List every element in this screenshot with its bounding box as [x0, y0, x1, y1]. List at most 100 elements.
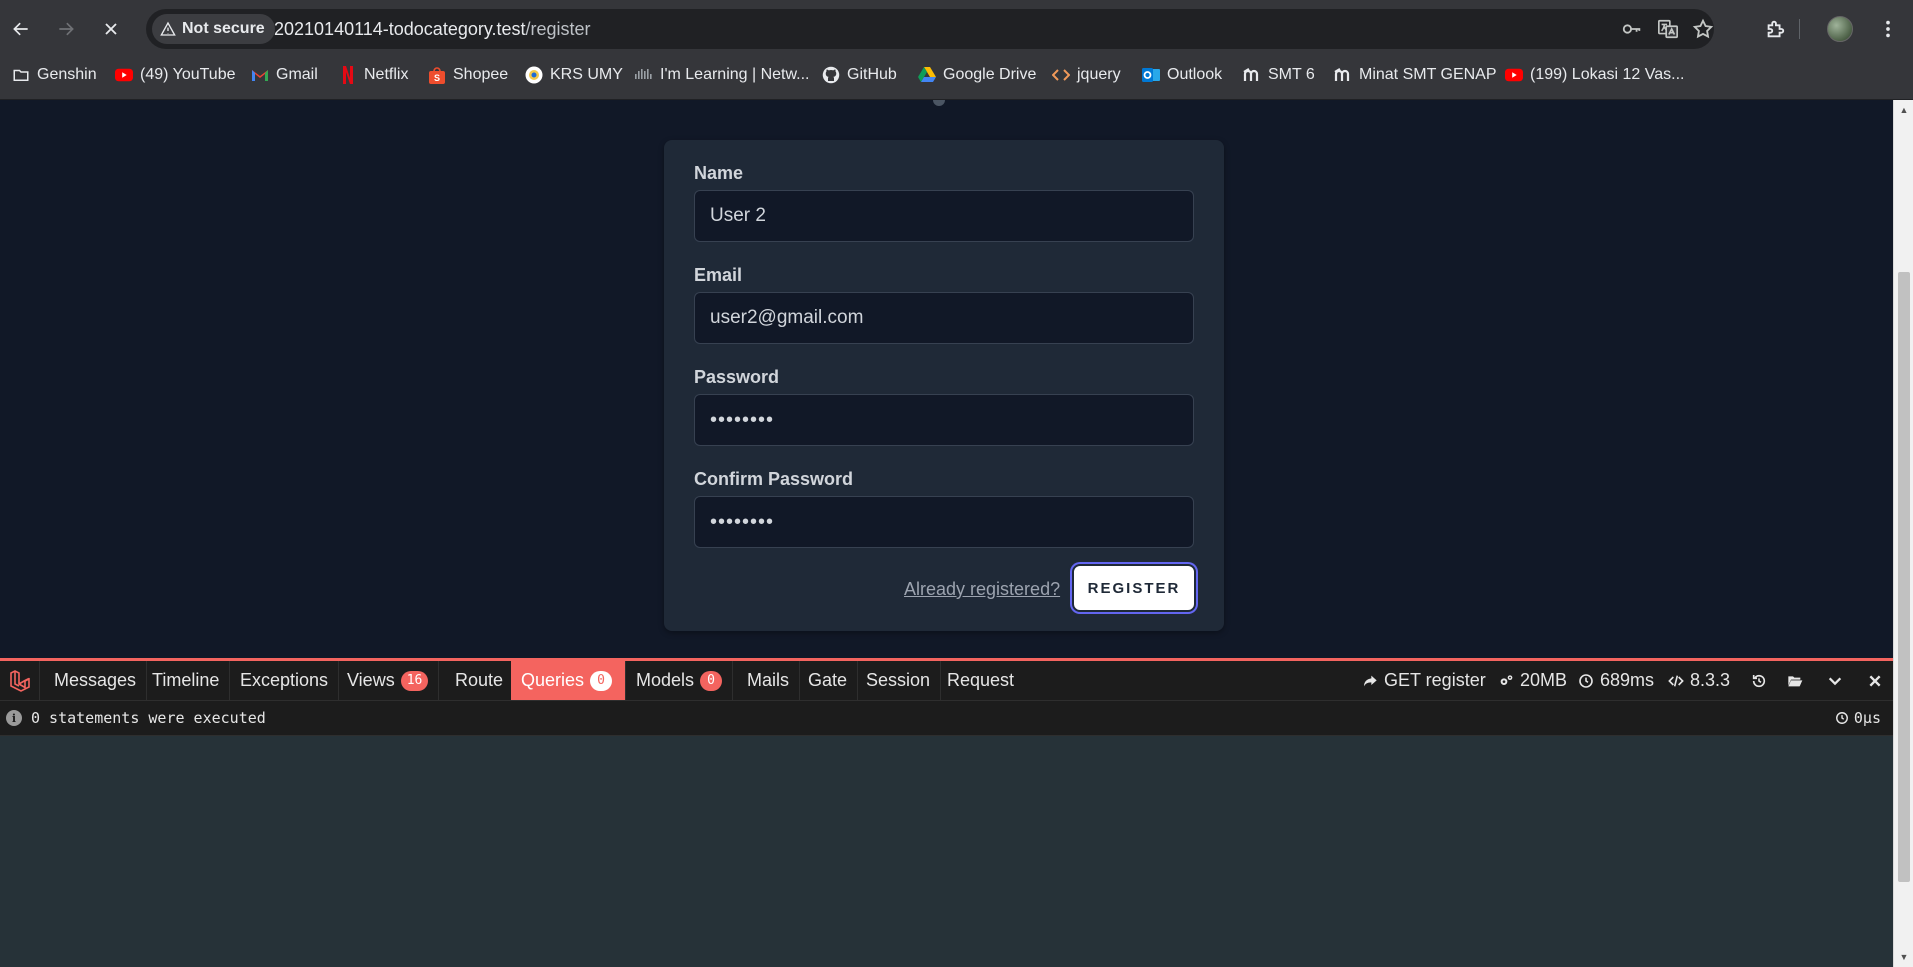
- profile-avatar[interactable]: [1827, 16, 1853, 42]
- debugbar-tab-models[interactable]: Models 0: [626, 661, 734, 700]
- bookmark-google-drive[interactable]: Google Drive: [918, 58, 1036, 92]
- toolbar-divider: [1799, 19, 1800, 39]
- stop-loading-icon[interactable]: [96, 14, 126, 44]
- tab-label: Queries: [521, 670, 585, 690]
- bookmark-netacad[interactable]: I'm Learning | Netw...: [635, 58, 810, 92]
- cogs-icon: [1500, 674, 1513, 685]
- umy-icon: [525, 66, 543, 84]
- debugbar-tab-exceptions[interactable]: Exceptions: [230, 661, 340, 700]
- queries-time-label: 0μs: [1853, 709, 1881, 727]
- tab-label: Gate: [808, 670, 848, 690]
- bookmark-label: GitHub: [847, 66, 897, 83]
- queries-time: 0μs: [1835, 709, 1881, 727]
- duration-label: 689ms: [1600, 670, 1655, 690]
- star-icon[interactable]: [1691, 17, 1715, 41]
- php-version-indicator[interactable]: 8.3.3: [1668, 661, 1730, 700]
- tab-label: Session: [866, 670, 931, 690]
- bookmark-github[interactable]: GitHub: [822, 58, 897, 92]
- page-viewport: Name User 2 Email user2@gmail.com Passwo…: [0, 100, 1893, 661]
- moodle-icon: [1334, 66, 1352, 84]
- debugbar-tab-route[interactable]: Route: [445, 661, 515, 700]
- close-icon[interactable]: [1864, 670, 1886, 692]
- debugbar-tab-gate[interactable]: Gate: [798, 661, 859, 700]
- forward-arrow-icon[interactable]: [51, 14, 81, 44]
- svg-text:S: S: [434, 73, 440, 83]
- debugbar-tab-mails[interactable]: Mails: [737, 661, 801, 700]
- tab-label: Route: [455, 670, 504, 690]
- scroll-down-arrow-icon[interactable]: ▼: [1894, 949, 1913, 965]
- bookmark-netflix[interactable]: Netflix: [339, 58, 408, 92]
- scroll-up-arrow-icon[interactable]: ▲: [1894, 102, 1913, 118]
- security-label: Not secure: [182, 20, 265, 37]
- duration-indicator[interactable]: 689ms: [1578, 661, 1654, 700]
- kebab-menu-icon[interactable]: [1873, 14, 1903, 44]
- tab-label: Views: [347, 670, 395, 690]
- page-scrollbar[interactable]: ▲ ▼: [1893, 100, 1913, 967]
- key-icon[interactable]: [1620, 17, 1644, 41]
- queries-status-row: i 0 statements were executed 0μs: [0, 700, 1893, 736]
- bookmark-shopee[interactable]: S Shopee: [428, 58, 508, 92]
- bookmark-lokasi-youtube[interactable]: (199) Lokasi 12 Vas...: [1505, 58, 1684, 92]
- bookmark-label: Outlook: [1167, 66, 1223, 83]
- debugbar-tab-views[interactable]: Views 16: [337, 661, 440, 700]
- queries-count-badge: 0: [590, 670, 613, 691]
- bookmark-minat-smt-genap[interactable]: Minat SMT GENAP: [1334, 58, 1497, 92]
- bookmark-label: (199) Lokasi 12 Vas...: [1530, 66, 1685, 83]
- bookmark-label: Shopee: [453, 66, 509, 83]
- memory-label: 20MB: [1520, 670, 1568, 690]
- bookmark-genshin[interactable]: Genshin: [12, 58, 97, 92]
- debugbar-tab-request[interactable]: Request: [937, 661, 1024, 700]
- confirm-password-field[interactable]: ••••••••: [694, 496, 1194, 548]
- extensions-icon[interactable]: [1760, 14, 1790, 44]
- bookmark-youtube[interactable]: (49) YouTube: [115, 58, 235, 92]
- bookmark-gmail[interactable]: Gmail: [251, 58, 318, 92]
- email-field[interactable]: user2@gmail.com: [694, 292, 1194, 344]
- app-logo-partial: [933, 100, 945, 106]
- open-folder-icon[interactable]: [1784, 670, 1806, 692]
- bookmark-label: Genshin: [37, 66, 97, 83]
- bookmark-label: (49) YouTube: [140, 66, 236, 83]
- debugbar-tab-timeline[interactable]: Timeline: [142, 661, 231, 700]
- chevron-down-icon[interactable]: [1824, 670, 1846, 692]
- views-count-badge: 16: [400, 670, 429, 691]
- bookmark-label: Google Drive: [943, 66, 1037, 83]
- bookmark-label: Netflix: [364, 66, 409, 83]
- debugbar-tab-session[interactable]: Session: [856, 661, 942, 700]
- tab-label: Exceptions: [240, 670, 329, 690]
- url-host: 20210140114-todocategory.test: [274, 19, 526, 39]
- bookmark-krs-umy[interactable]: KRS UMY: [525, 58, 623, 92]
- bookmark-jquery[interactable]: jquery: [1052, 58, 1121, 92]
- bookmark-outlook[interactable]: Outlook: [1142, 58, 1222, 92]
- register-button[interactable]: REGISTER: [1072, 564, 1196, 612]
- laravel-logo-icon[interactable]: [0, 661, 40, 700]
- memory-indicator[interactable]: 20MB: [1498, 661, 1567, 700]
- request-indicator[interactable]: GET register: [1362, 661, 1486, 700]
- history-icon[interactable]: [1748, 670, 1770, 692]
- php-version-label: 8.3.3: [1690, 670, 1731, 690]
- name-field[interactable]: User 2: [694, 190, 1194, 242]
- bookmarks-bar: Genshin (49) YouTube Gmail Netflix S Sho…: [0, 58, 1913, 100]
- bookmark-label: KRS UMY: [550, 66, 623, 83]
- back-arrow-icon[interactable]: [6, 14, 36, 44]
- security-chip[interactable]: Not secure: [152, 14, 275, 44]
- debugbar-header: Messages Timeline Exceptions Views 16 Rou…: [0, 658, 1893, 700]
- tab-label: Messages: [54, 670, 137, 690]
- already-registered-link[interactable]: Already registered?: [904, 579, 1060, 600]
- bookmark-smt-6[interactable]: SMT 6: [1243, 58, 1315, 92]
- warning-triangle-icon: [160, 21, 176, 36]
- youtube-icon: [1505, 66, 1523, 84]
- tab-label: Models: [636, 670, 695, 690]
- url-text[interactable]: 20210140114-todocategory.test/register: [274, 9, 591, 49]
- google-drive-icon: [918, 66, 936, 84]
- address-bar[interactable]: Not secure 20210140114-todocategory.test…: [146, 9, 1714, 49]
- translate-icon[interactable]: [1656, 17, 1680, 41]
- debugbar-tab-queries[interactable]: Queries 0: [511, 661, 626, 700]
- password-field[interactable]: ••••••••: [694, 394, 1194, 446]
- debugbar-tab-messages[interactable]: Messages: [44, 661, 148, 700]
- scroll-thumb[interactable]: [1898, 272, 1910, 882]
- folder-icon: [12, 66, 30, 84]
- netflix-icon: [339, 66, 357, 84]
- bookmark-label: jquery: [1077, 66, 1121, 83]
- tab-label: Mails: [747, 670, 790, 690]
- github-icon: [822, 66, 840, 84]
